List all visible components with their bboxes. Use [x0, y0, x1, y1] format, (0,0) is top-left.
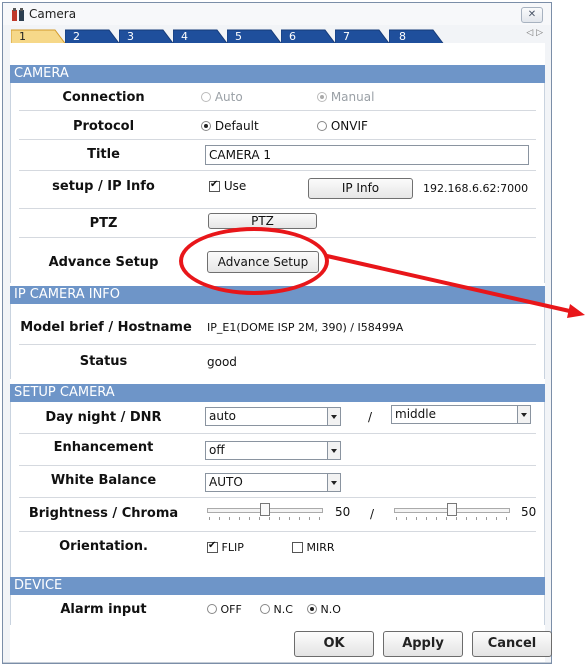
highlight-arrow-icon — [326, 254, 585, 318]
